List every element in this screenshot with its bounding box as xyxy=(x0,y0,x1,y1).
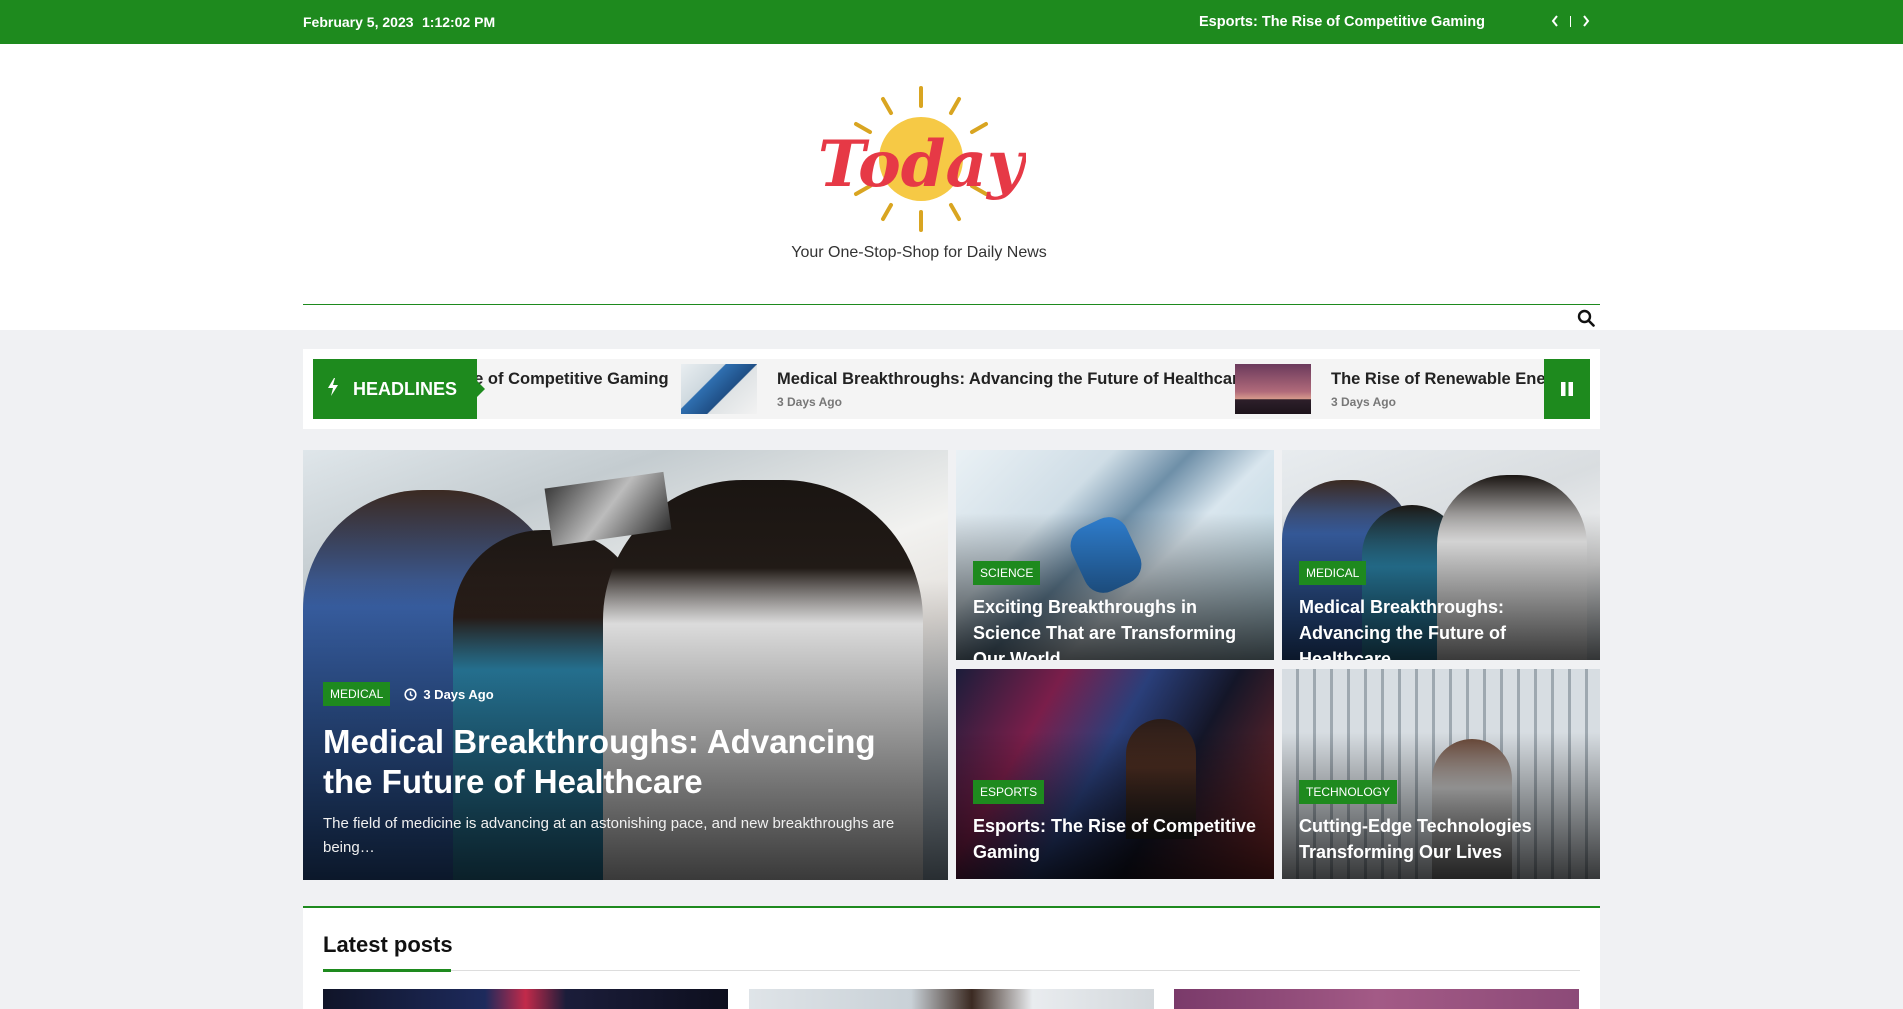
chevron-left-icon[interactable] xyxy=(1548,11,1562,31)
post-card-title[interactable]: Cutting-Edge Technologies Transforming O… xyxy=(1299,813,1589,865)
headlines-ticker: se of Competitive Gaming . Medical Break… xyxy=(303,349,1600,429)
post-card-title[interactable]: Esports: The Rise of Competitive Gaming xyxy=(973,813,1263,865)
top-ticker-link[interactable]: Esports: The Rise of Competitive Gaming xyxy=(1199,14,1485,30)
post-card-technology[interactable]: TECHNOLOGY Cutting-Edge Technologies Tra… xyxy=(1282,669,1600,879)
post-time-text: 3 Days Ago xyxy=(423,686,494,702)
current-time: 1:12:02 PM xyxy=(422,14,496,30)
category-badge[interactable]: TECHNOLOGY xyxy=(1299,780,1398,804)
featured-post-excerpt: The field of medicine is advancing at an… xyxy=(323,815,895,856)
headline-title[interactable]: Medical Breakthroughs: Advancing the Fut… xyxy=(777,370,1248,389)
latest-post-thumbnail[interactable] xyxy=(323,989,728,1009)
logo-wordmark: Today xyxy=(818,127,1026,202)
headline-item[interactable]: The Rise of Renewable Energy 3 Days Ago xyxy=(1235,359,1571,419)
headline-thumbnail[interactable] xyxy=(681,364,757,414)
top-bar: February 5, 2023 1:12:02 PM Esports: The… xyxy=(0,0,1903,44)
post-card-medical[interactable]: MEDICAL Medical Breakthroughs: Advancing… xyxy=(1282,450,1600,660)
headline-time: 3 Days Ago xyxy=(1331,394,1396,409)
latest-post-thumbnail[interactable] xyxy=(749,989,1154,1009)
bolt-icon xyxy=(327,377,339,401)
site-header: Today Your One-Stop-Shop for Daily News xyxy=(0,44,1903,330)
clock-icon xyxy=(404,687,417,701)
latest-posts-heading: Latest posts xyxy=(323,932,453,957)
category-badge[interactable]: SCIENCE xyxy=(973,561,1041,585)
post-card-title[interactable]: Exciting Breakthroughs in Science That a… xyxy=(973,594,1263,660)
headlines-track: se of Competitive Gaming . Medical Break… xyxy=(313,359,1590,419)
featured-post-title[interactable]: Medical Breakthroughs: Advancing the Fut… xyxy=(323,722,883,802)
category-badge[interactable]: ESPORTS xyxy=(973,780,1045,804)
headline-thumbnail[interactable] xyxy=(1235,364,1311,414)
featured-post-card[interactable]: MEDICAL 3 Days Ago Medical Breakthroughs… xyxy=(303,450,948,880)
site-tagline: Your One-Stop-Shop for Daily News xyxy=(791,244,1047,261)
latest-posts-rule-accent xyxy=(323,969,451,972)
headline-item[interactable]: Medical Breakthroughs: Advancing the Fut… xyxy=(681,359,1248,419)
post-time: 3 Days Ago xyxy=(404,686,494,702)
ticker-nav-divider xyxy=(1570,15,1571,27)
headline-time: 3 Days Ago xyxy=(777,394,842,409)
latest-posts-section: Latest posts xyxy=(303,906,1600,1009)
headline-item[interactable]: se of Competitive Gaming . xyxy=(465,359,669,419)
search-icon[interactable] xyxy=(1574,306,1598,330)
ticker-nav xyxy=(1548,11,1593,31)
headline-title[interactable]: The Rise of Renewable Energy xyxy=(1331,370,1571,389)
post-card-science[interactable]: SCIENCE Exciting Breakthroughs in Scienc… xyxy=(956,450,1274,660)
header-divider xyxy=(303,304,1600,305)
headline-title[interactable]: se of Competitive Gaming xyxy=(465,370,669,389)
featured-meta: MEDICAL 3 Days Ago xyxy=(323,682,494,706)
latest-post-thumbnail[interactable] xyxy=(1174,989,1579,1009)
category-badge[interactable]: MEDICAL xyxy=(323,682,391,706)
pause-icon[interactable] xyxy=(1544,359,1590,419)
current-date: February 5, 2023 xyxy=(303,14,414,30)
post-card-esports[interactable]: ESPORTS Esports: The Rise of Competitive… xyxy=(956,669,1274,879)
chevron-right-icon[interactable] xyxy=(1579,11,1593,31)
latest-posts-rule xyxy=(323,970,1580,971)
category-badge[interactable]: MEDICAL xyxy=(1299,561,1367,585)
headlines-label-text: HEADLINES xyxy=(353,378,458,399)
post-card-title[interactable]: Medical Breakthroughs: Advancing the Fut… xyxy=(1299,594,1589,660)
headlines-label: HEADLINES xyxy=(313,359,485,419)
site-logo[interactable]: Today xyxy=(816,86,1028,232)
